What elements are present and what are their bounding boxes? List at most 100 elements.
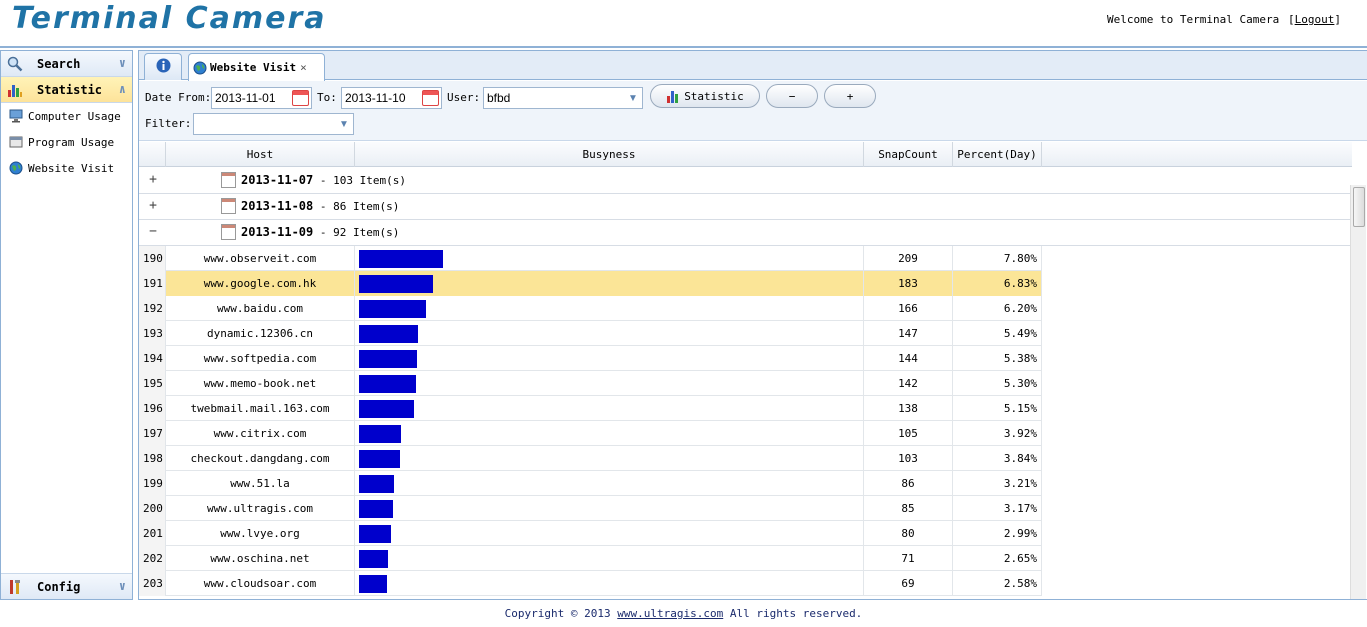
- busyness-cell: [355, 396, 864, 421]
- globe-icon: [193, 61, 207, 75]
- group-row[interactable]: − 2013-11-09 - 92 Item(s): [139, 220, 1352, 246]
- row-number: 193: [139, 321, 166, 346]
- host-cell: www.baidu.com: [166, 296, 355, 321]
- snapcount-cell: 142: [864, 371, 953, 396]
- table-row[interactable]: 202 www.oschina.net 71 2.65%: [139, 546, 1042, 571]
- program-icon: [9, 135, 23, 149]
- sidebar-item-computer-usage[interactable]: Computer Usage: [1, 103, 132, 129]
- sidebar-item-program-usage[interactable]: Program Usage: [1, 129, 132, 155]
- sidebar-item-label: Program Usage: [28, 135, 115, 149]
- sidebar-section-search[interactable]: Search ∨: [1, 51, 132, 77]
- column-header-busyness[interactable]: Busyness: [355, 142, 864, 167]
- welcome-text: Welcome to Terminal Camera: [1107, 13, 1280, 26]
- table-row[interactable]: 193 dynamic.12306.cn 147 5.49%: [139, 321, 1042, 346]
- row-number: 202: [139, 546, 166, 571]
- row-number: 190: [139, 246, 166, 271]
- percent-cell: 2.58%: [953, 571, 1042, 596]
- table-row[interactable]: 190 www.observeit.com 209 7.80%: [139, 246, 1042, 271]
- busyness-cell: [355, 421, 864, 446]
- collapse-all-button[interactable]: −: [766, 84, 818, 108]
- plus-icon: +: [846, 89, 854, 103]
- vertical-scrollbar[interactable]: [1350, 185, 1366, 599]
- host-cell: www.lvye.org: [166, 521, 355, 546]
- percent-cell: 6.83%: [953, 271, 1042, 296]
- footer-link[interactable]: www.ultragis.com: [617, 607, 723, 620]
- expand-all-button[interactable]: +: [824, 84, 876, 108]
- table-row[interactable]: 199 www.51.la 86 3.21%: [139, 471, 1042, 496]
- host-cell: www.citrix.com: [166, 421, 355, 446]
- statistic-button[interactable]: Statistic: [650, 84, 760, 108]
- group-row[interactable]: +2013-11-07 - 103 Item(s): [139, 168, 1352, 194]
- busyness-bar: [359, 375, 416, 393]
- busyness-cell: [355, 471, 864, 496]
- table-row[interactable]: 195 www.memo-book.net 142 5.30%: [139, 371, 1042, 396]
- busyness-bar: [359, 425, 401, 443]
- table-row[interactable]: 198 checkout.dangdang.com 103 3.84%: [139, 446, 1042, 471]
- host-cell: www.ultragis.com: [166, 496, 355, 521]
- percent-cell: 6.20%: [953, 296, 1042, 321]
- column-header-index: [139, 142, 166, 167]
- calendar-icon[interactable]: [292, 90, 309, 106]
- expand-icon[interactable]: +: [147, 173, 159, 186]
- logout-link[interactable]: Logout: [1295, 13, 1335, 26]
- chevron-double-down-icon[interactable]: ∨: [119, 56, 126, 70]
- snapcount-cell: 147: [864, 321, 953, 346]
- collapse-icon[interactable]: −: [147, 225, 159, 238]
- table-row[interactable]: 200 www.ultragis.com 85 3.17%: [139, 496, 1042, 521]
- busyness-bar: [359, 475, 394, 493]
- chevron-double-up-icon[interactable]: ∧: [119, 82, 126, 96]
- sidebar-section-config[interactable]: Config ∨: [1, 573, 132, 599]
- row-number: 197: [139, 421, 166, 446]
- close-icon[interactable]: ×: [300, 61, 307, 74]
- busyness-cell: [355, 446, 864, 471]
- statistic-button-label: Statistic: [684, 89, 744, 103]
- row-number: 194: [139, 346, 166, 371]
- busyness-cell: [355, 521, 864, 546]
- snapcount-cell: 86: [864, 471, 953, 496]
- table-row[interactable]: 196 twebmail.mail.163.com 138 5.15%: [139, 396, 1042, 421]
- column-header-host[interactable]: Host: [166, 142, 355, 167]
- busyness-cell: [355, 496, 864, 521]
- date-from-field[interactable]: 2013-11-01: [211, 87, 312, 109]
- calendar-icon[interactable]: [422, 90, 439, 106]
- busyness-bar: [359, 350, 417, 368]
- copyright-suffix: All rights reserved.: [723, 607, 863, 620]
- date-to-field[interactable]: 2013-11-10: [341, 87, 442, 109]
- sidebar-section-statistic[interactable]: Statistic ∧: [1, 77, 132, 103]
- group-date: 2013-11-08: [241, 199, 314, 213]
- column-header-snapcount[interactable]: SnapCount: [864, 142, 953, 167]
- tab-website-visit[interactable]: Website Visit ×: [188, 53, 325, 81]
- date-from-value: 2013-11-01: [215, 91, 276, 105]
- chevron-down-icon[interactable]: ▼: [335, 114, 353, 134]
- group-count: - 92 Item(s): [313, 226, 400, 239]
- table-row[interactable]: 201 www.lvye.org 80 2.99%: [139, 521, 1042, 546]
- expand-icon[interactable]: +: [147, 199, 159, 212]
- date-from-label: Date From:: [145, 91, 212, 104]
- sidebar-item-label: Computer Usage: [28, 109, 121, 123]
- group-row[interactable]: +2013-11-08 - 86 Item(s): [139, 194, 1352, 220]
- tab-info[interactable]: [144, 53, 182, 80]
- date-to-label: To:: [317, 91, 337, 104]
- main-panel: Website Visit × Date From: 2013-11-01 To…: [138, 50, 1367, 600]
- table-row[interactable]: 192 www.baidu.com 166 6.20%: [139, 296, 1042, 321]
- snapcount-cell: 144: [864, 346, 953, 371]
- column-header-percent[interactable]: Percent(Day): [953, 142, 1042, 167]
- chevron-double-down-icon[interactable]: ∨: [119, 579, 126, 593]
- tab-bar: Website Visit ×: [139, 51, 1367, 81]
- scrollbar-thumb[interactable]: [1353, 187, 1365, 227]
- website-visit-grid: Host Busyness SnapCount Percent(Day) +20…: [139, 142, 1352, 599]
- snapcount-cell: 85: [864, 496, 953, 521]
- sidebar-item-website-visit[interactable]: Website Visit: [1, 155, 132, 181]
- group-count: - 103 Item(s): [313, 174, 406, 187]
- percent-cell: 2.99%: [953, 521, 1042, 546]
- table-row[interactable]: 191 www.google.com.hk 183 6.83%: [139, 271, 1042, 296]
- chevron-down-icon[interactable]: ▼: [624, 88, 642, 108]
- table-row[interactable]: 203 www.cloudsoar.com 69 2.58%: [139, 571, 1042, 596]
- table-row[interactable]: 197 www.citrix.com 105 3.92%: [139, 421, 1042, 446]
- table-row[interactable]: 194 www.softpedia.com 144 5.38%: [139, 346, 1042, 371]
- filter-select[interactable]: ▼: [193, 113, 354, 135]
- tools-icon: [7, 579, 23, 595]
- group-label: 2013-11-09 - 92 Item(s): [241, 225, 399, 239]
- copyright-text: Copyright © 2013: [504, 607, 618, 620]
- user-select[interactable]: bfbd ▼: [483, 87, 643, 109]
